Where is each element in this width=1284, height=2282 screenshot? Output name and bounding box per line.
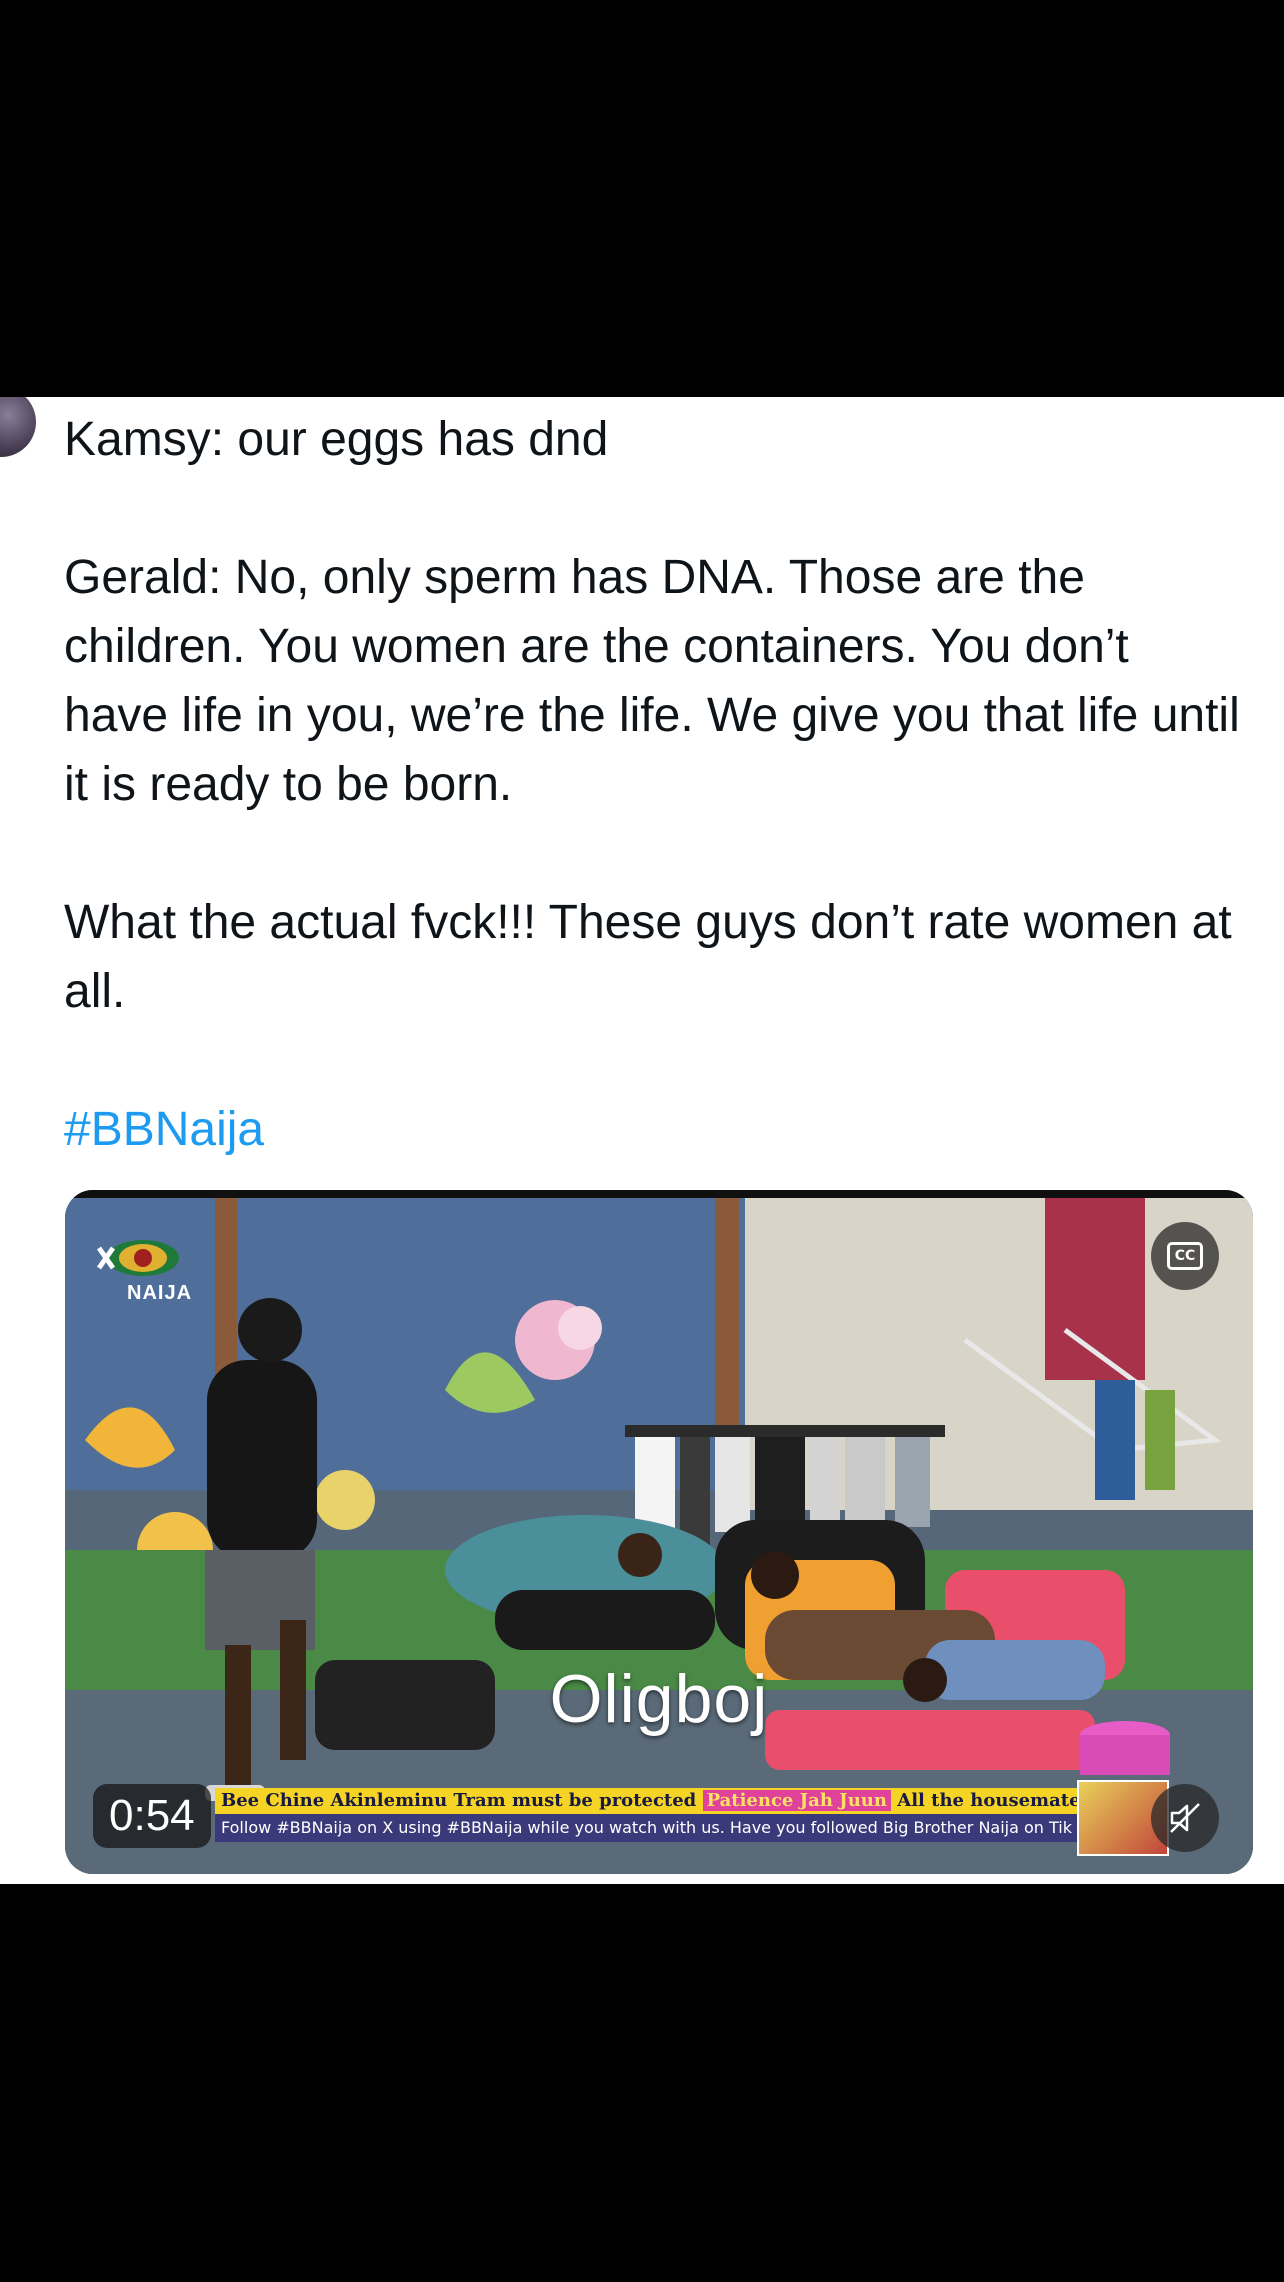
big-brother-naija-logo-text: NAIJA xyxy=(127,1282,193,1304)
bottom-blank-area xyxy=(0,1884,1284,2282)
status-area-blank xyxy=(0,0,1284,397)
video-player[interactable]: NAIJA CC Oligboj Bee Chine Akinleminu Tr… xyxy=(65,1190,1253,1874)
ticker-top-highlight: Patience Jah Juun xyxy=(702,1790,891,1811)
tweet-paragraph-3: What the actual fvck!!! These guys don’t… xyxy=(64,896,1246,1018)
tweet-paragraph-2: Gerald: No, only sperm has DNA. Those ar… xyxy=(64,551,1254,811)
closed-captions-button[interactable]: CC xyxy=(1151,1222,1219,1290)
tweet-body: Kamsy: our eggs has dnd Gerald: No, only… xyxy=(64,405,1244,1164)
mute-toggle-button[interactable] xyxy=(1151,1784,1219,1852)
video-duration: 0:54 xyxy=(93,1784,211,1848)
muted-speaker-icon xyxy=(1170,1803,1200,1833)
news-ticker-top: Bee Chine Akinleminu Tram must be protec… xyxy=(215,1788,1151,1814)
video-frame xyxy=(65,1190,1253,1874)
news-ticker-bottom: Follow #BBNaija on X using #BBNaija whil… xyxy=(215,1814,1151,1842)
tweet-card: Kamsy: our eggs has dnd Gerald: No, only… xyxy=(0,397,1284,1884)
hashtag-link[interactable]: #BBNaija xyxy=(64,1095,1244,1164)
user-avatar[interactable] xyxy=(0,397,36,457)
video-top-edge xyxy=(65,1190,1253,1198)
tweet-paragraph-1: Kamsy: our eggs has dnd xyxy=(64,413,609,466)
video-caption: Oligboj xyxy=(549,1661,769,1737)
ticker-top-text: Bee Chine Akinleminu Tram must be protec… xyxy=(221,1790,697,1811)
cc-icon: CC xyxy=(1167,1242,1203,1270)
